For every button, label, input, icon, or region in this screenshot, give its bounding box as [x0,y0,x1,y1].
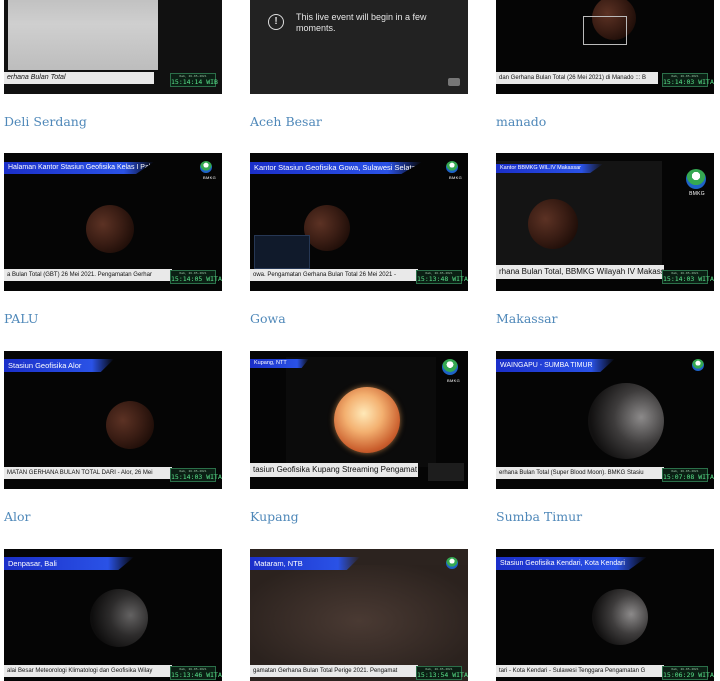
video-thumbnail[interactable]: Mataram, NTB gamatan Gerhana Bulan Total… [250,549,468,681]
video-thumbnail[interactable]: Kantor BBMKG WIL.IV Makassar BMKG rhana … [496,153,714,291]
video-thumbnail[interactable]: dan Gerhana Bulan Total (26 Mei 2021) di… [496,0,714,94]
location-label: WAINGAPU - SUMBA TIMUR [496,359,615,372]
bmkg-logo-text: BMKG [447,378,460,383]
ticker-text: tasiun Geofisika Kupang Streaming Pengam… [250,463,418,477]
location-label: Halaman Kantor Stasiun Geofisika Kelas I… [4,162,154,174]
camera-frame [250,565,468,677]
card-title-link[interactable]: Alor [4,509,31,524]
video-thumbnail[interactable]: Kantor Stasiun Geofisika Gowa, Sulawesi … [250,153,468,291]
info-icon: ! [268,14,284,30]
video-thumbnail[interactable]: Denpasar, Bali alai Besar Meteorologi Kl… [4,549,222,681]
card-title-link[interactable]: Makassar [496,311,558,326]
video-thumbnail[interactable]: Stasiun Geofisika Kendari, Kota Kendari … [496,549,714,681]
focus-box [583,16,627,45]
ticker-text: a Bulan Total (GBT) 26 Mei 2021. Pengama… [4,269,172,281]
moon-image [528,199,578,249]
stream-card-kupang: Kupang, NTT BMKG tasiun Geofisika Kupang… [250,351,468,524]
ticker-text: gamatan Gerhana Bulan Total Perige 2021.… [250,665,418,677]
video-thumbnail[interactable]: WAINGAPU - SUMBA TIMUR erhana Bulan Tota… [496,351,714,489]
clock-display: 15:14:05 WITA [170,270,222,284]
video-thumbnail[interactable]: Kupang, NTT BMKG tasiun Geofisika Kupang… [250,351,468,489]
moon-image [592,589,648,645]
clock-display: 15:14:03 WITA [662,73,714,87]
bmkg-logo-icon [686,169,706,189]
card-title-link[interactable]: manado [496,114,546,129]
location-label: Kantor Stasiun Geofisika Gowa, Sulawesi … [250,162,422,174]
card-title-link[interactable]: Kupang [250,509,299,524]
location-label: Kantor BBMKG WIL.IV Makassar [496,164,603,173]
ticker-text: alai Besar Meteorologi Klimatologi dan G… [4,665,172,677]
bmkg-logo-text: BMKG [449,175,462,180]
inset-camera [254,235,310,269]
camera-frame [496,161,662,269]
location-label: Kupang, NTT [250,359,309,368]
video-thumbnail[interactable]: ! This live event will begin in a few mo… [250,0,468,94]
clock-display: 15:07:08 WITA [662,468,714,482]
grey-screen [8,0,158,70]
video-thumbnail[interactable]: erhana Bulan Total 15:14:14 WIB [4,0,222,94]
location-label: Stasiun Geofisika Alor [4,359,114,372]
bmkg-logo-icon [442,359,458,375]
location-label: Mataram, NTB [250,557,360,570]
card-title-link[interactable]: PALU [4,311,38,326]
ticker-text: erhana Bulan Total [4,72,154,84]
clock-display: 15:13:54 WITA [416,666,468,680]
clock-display: 15:14:03 WITA [170,468,222,482]
ticker-text: dan Gerhana Bulan Total (26 Mei 2021) di… [496,72,658,84]
stream-card-makassar: Kantor BBMKG WIL.IV Makassar BMKG rhana … [496,153,714,326]
moon-image [90,589,148,647]
clock-display: 15:14:14 WIB [170,73,218,87]
ticker-end-block [428,463,464,481]
moon-image [588,383,664,459]
moon-image [106,401,154,449]
bmkg-logo-text: BMKG [203,175,216,180]
stream-card-alor: Stasiun Geofisika Alor MATAN GERHANA BUL… [4,351,222,524]
moon-image [86,205,134,253]
youtube-icon[interactable] [448,78,460,86]
stream-card-aceh-besar: ! This live event will begin in a few mo… [250,0,468,129]
clock-display: 15:13:48 WITA [416,270,468,284]
bmkg-logo-icon [446,161,458,173]
location-label: Denpasar, Bali [4,557,134,570]
ticker-text: erhana Bulan Total (Super Blood Moon). B… [496,467,664,479]
card-title-link[interactable]: Aceh Besar [250,114,322,129]
clock-display: 15:14:03 WITA [662,270,714,284]
clock-display: 15:13:46 WITA [170,666,222,680]
player-message: This live event will begin in a few mome… [296,12,427,33]
stream-card-deli-serdang: erhana Bulan Total 15:14:14 WIB Deli Ser… [4,0,222,129]
moon-image [304,205,350,251]
card-title-link[interactable]: Deli Serdang [4,114,87,129]
ticker-text: owa. Pengamatan Gerhana Bulan Total 26 M… [250,269,418,281]
bmkg-logo-icon [200,161,212,173]
video-thumbnail[interactable]: Halaman Kantor Stasiun Geofisika Kelas I… [4,153,222,291]
video-thumbnail[interactable]: Stasiun Geofisika Alor MATAN GERHANA BUL… [4,351,222,489]
stream-card-kendari: Stasiun Geofisika Kendari, Kota Kendari … [496,549,714,681]
bmkg-logo-icon [692,359,704,371]
ticker-text: MATAN GERHANA BULAN TOTAL DARI - Alor, 2… [4,467,172,479]
stream-card-manado: dan Gerhana Bulan Total (26 Mei 2021) di… [496,0,714,129]
stream-card-sumba-timur: WAINGAPU - SUMBA TIMUR erhana Bulan Tota… [496,351,714,524]
card-title-link[interactable]: Sumba Timur [496,509,582,524]
stream-card-mataram: Mataram, NTB gamatan Gerhana Bulan Total… [250,549,468,681]
bmkg-logo-icon [446,557,458,569]
moon-image [334,387,400,453]
ticker-text: rhana Bulan Total, BBMKG Wilayah IV Maka… [496,265,664,279]
location-label: Stasiun Geofisika Kendari, Kota Kendari [496,557,647,570]
card-title-link[interactable]: Gowa [250,311,286,326]
ticker-text: tari - Kota Kendari - Sulawesi Tenggara … [496,665,664,677]
stream-card-palu: Halaman Kantor Stasiun Geofisika Kelas I… [4,153,222,326]
clock-display: 15:06:29 WITA [662,666,714,680]
bmkg-logo-text: BMKG [689,191,705,197]
stream-card-denpasar: Denpasar, Bali alai Besar Meteorologi Kl… [4,549,222,681]
stream-card-gowa: Kantor Stasiun Geofisika Gowa, Sulawesi … [250,153,468,326]
